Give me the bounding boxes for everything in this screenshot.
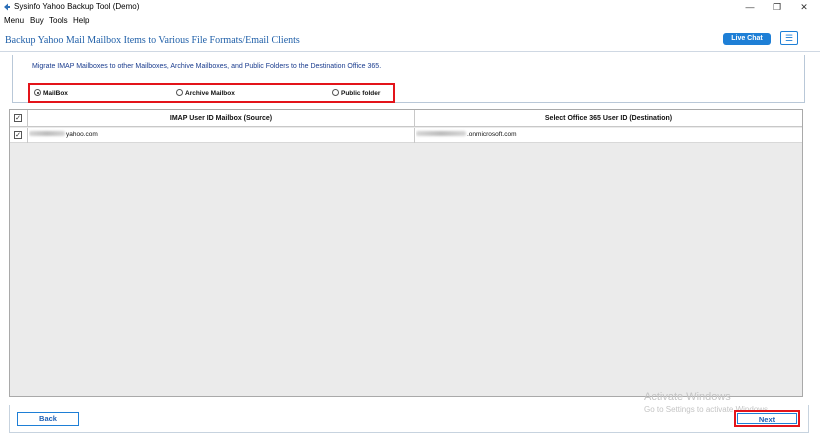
- radio-mailbox-label: MailBox: [43, 90, 68, 97]
- close-button[interactable]: ✕: [797, 1, 811, 13]
- menu-item-menu[interactable]: Menu: [4, 16, 24, 25]
- column-header-destination[interactable]: Select Office 365 User ID (Destination): [415, 110, 802, 127]
- options-description: Migrate IMAP Mailboxes to other Mailboxe…: [32, 63, 382, 70]
- redacted-username: [29, 131, 65, 136]
- migration-options-panel: Migrate IMAP Mailboxes to other Mailboxe…: [12, 55, 805, 103]
- live-chat-button[interactable]: Live Chat: [723, 33, 771, 45]
- activate-windows-watermark: Activate Windows: [644, 391, 731, 403]
- radio-archive-mailbox[interactable]: Archive Mailbox: [176, 89, 235, 97]
- page-header: Backup Yahoo Mail Mailbox Items to Vario…: [0, 28, 820, 52]
- footer-panel: [9, 405, 809, 433]
- radio-mailbox[interactable]: MailBox: [34, 89, 68, 97]
- radio-archive-mailbox-label: Archive Mailbox: [185, 90, 235, 97]
- source-cell[interactable]: yahoo.com: [29, 128, 415, 143]
- radio-public-folder[interactable]: Public folder: [332, 89, 380, 97]
- page-title: Backup Yahoo Mail Mailbox Items to Vario…: [5, 35, 300, 46]
- column-header-source[interactable]: IMAP User ID Mailbox (Source): [28, 110, 415, 127]
- title-bar: Sysinfo Yahoo Backup Tool (Demo) — ❐ ✕: [0, 0, 820, 14]
- mailbox-mapping-grid: ✓ IMAP User ID Mailbox (Source) Select O…: [9, 109, 803, 397]
- back-button[interactable]: Back: [17, 412, 79, 426]
- next-button[interactable]: Next: [737, 413, 797, 424]
- table-row[interactable]: ✓ yahoo.com .onmicrosoft.com: [10, 128, 802, 143]
- maximize-button[interactable]: ❐: [770, 1, 784, 13]
- hamburger-menu-icon[interactable]: ☰: [780, 31, 798, 45]
- destination-cell[interactable]: .onmicrosoft.com: [416, 128, 802, 143]
- window-title: Sysinfo Yahoo Backup Tool (Demo): [14, 2, 140, 11]
- redacted-username: [416, 131, 466, 136]
- menu-item-buy[interactable]: Buy: [30, 16, 44, 25]
- row-checkbox[interactable]: ✓: [14, 131, 22, 139]
- row-check-cell: ✓: [10, 128, 28, 143]
- radio-unselected-icon: [332, 89, 339, 96]
- mailbox-type-radio-group: MailBox Archive Mailbox Public folder: [28, 83, 395, 103]
- menu-item-tools[interactable]: Tools: [49, 16, 68, 25]
- menu-bar: Menu Buy Tools Help: [0, 14, 820, 27]
- radio-unselected-icon: [176, 89, 183, 96]
- minimize-button[interactable]: —: [743, 1, 757, 13]
- source-email-domain: yahoo.com: [66, 131, 98, 138]
- next-button-highlight: Next: [734, 410, 800, 427]
- select-all-checkbox[interactable]: ✓: [14, 114, 22, 122]
- select-all-cell: ✓: [10, 110, 28, 127]
- grid-header: ✓ IMAP User ID Mailbox (Source) Select O…: [10, 110, 802, 127]
- menu-item-help[interactable]: Help: [73, 16, 89, 25]
- app-logo-icon: [4, 3, 10, 11]
- radio-selected-icon: [34, 89, 41, 96]
- destination-email-domain: .onmicrosoft.com: [467, 131, 517, 138]
- radio-public-folder-label: Public folder: [341, 90, 381, 97]
